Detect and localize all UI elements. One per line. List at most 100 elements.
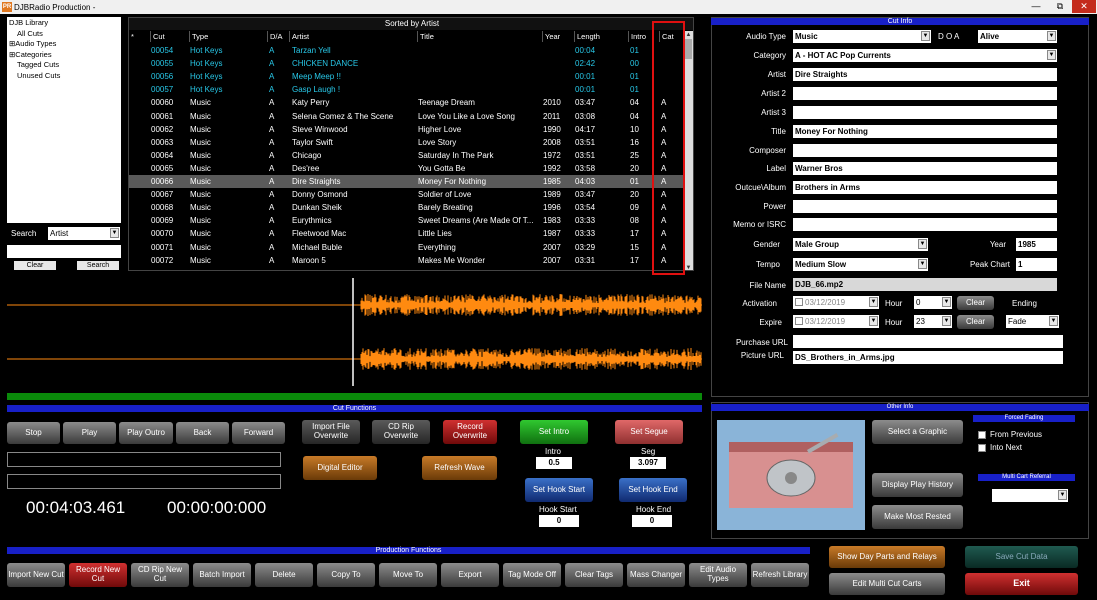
chevron-down-icon[interactable]: ▼ xyxy=(918,239,927,249)
tempo-select[interactable]: Medium Slow ▼ xyxy=(793,258,928,271)
scroll-up-icon[interactable]: ▲ xyxy=(684,31,693,39)
set-intro-button[interactable]: Set Intro xyxy=(520,420,588,444)
production-button-9[interactable]: Clear Tags xyxy=(565,563,623,587)
from-previous-checkbox[interactable] xyxy=(978,431,986,439)
composer-field[interactable] xyxy=(793,144,1057,157)
ending-select[interactable]: Fade ▼ xyxy=(1006,315,1059,328)
production-button-1[interactable]: Record New Cut xyxy=(69,563,127,587)
col-header-title[interactable]: Title xyxy=(417,31,434,42)
make-most-rested-button[interactable]: Make Most Rested xyxy=(872,505,963,529)
seg-value[interactable]: 3.097 xyxy=(630,457,666,469)
table-row[interactable]: 00064 Music A Chicago Saturday In The Park 19… xyxy=(129,149,693,162)
tree-item-all-cuts[interactable]: All Cuts xyxy=(9,29,119,40)
category-select[interactable]: A - HOT AC Pop Currents ▼ xyxy=(793,49,1057,62)
hook-start-value[interactable]: 0 xyxy=(539,515,579,527)
forward-button[interactable]: Forward xyxy=(232,422,285,444)
digital-editor-button[interactable]: Digital Editor xyxy=(303,456,377,480)
multi-cart-select[interactable]: ▼ xyxy=(992,489,1068,502)
table-row[interactable]: 00065 Music A Des'ree You Gotta Be 1992 03:58 2… xyxy=(129,162,693,175)
chevron-down-icon[interactable]: ▼ xyxy=(918,259,927,269)
play-outro-button[interactable]: Play Outro xyxy=(119,422,173,444)
library-tree[interactable]: DJB Library All Cuts ⊞Audio Types ⊞Categ… xyxy=(7,17,121,223)
set-segue-button[interactable]: Set Segue xyxy=(615,420,683,444)
table-row[interactable]: 00063 Music A Taylor Swift Love Story 2008 03:… xyxy=(129,136,693,149)
table-row[interactable]: 00060 Music A Katy Perry Teenage Dream 2010 03… xyxy=(129,96,693,109)
table-row[interactable]: 00066 Music A Dire Straights Money For Nothi… xyxy=(129,175,693,188)
year-field[interactable]: 1985 xyxy=(1016,238,1057,251)
table-row[interactable]: 00055 Hot Keys A CHICKEN DANCE 02:42 00 xyxy=(129,57,693,70)
col-header-star[interactable]: * xyxy=(129,31,134,42)
table-row[interactable]: 00071 Music A Michael Buble Everything 2007 03… xyxy=(129,241,693,254)
chevron-down-icon[interactable]: ▼ xyxy=(1047,50,1056,60)
purchase-url-field[interactable] xyxy=(793,335,1063,348)
chevron-down-icon[interactable]: ▼ xyxy=(869,297,878,307)
tree-item-unused-cuts[interactable]: Unused Cuts xyxy=(9,71,119,82)
intro-value[interactable]: 0.5 xyxy=(536,457,572,469)
search-input[interactable] xyxy=(7,245,121,258)
chevron-down-icon[interactable]: ▼ xyxy=(1058,490,1067,500)
back-button[interactable]: Back xyxy=(176,422,229,444)
production-button-12[interactable]: Refresh Library xyxy=(751,563,809,587)
into-next-checkbox[interactable] xyxy=(978,444,986,452)
col-header-type[interactable]: Type xyxy=(189,31,208,42)
tree-item-audio-types[interactable]: ⊞Audio Types xyxy=(9,39,119,50)
power-field[interactable] xyxy=(793,200,1057,213)
table-row[interactable]: 00072 Music A Maroon 5 Makes Me Wonder 2007 03… xyxy=(129,254,693,267)
col-header-length[interactable]: Length xyxy=(574,31,600,42)
maximize-button[interactable]: ⧉ xyxy=(1048,0,1072,13)
clear-search-button[interactable]: Clear xyxy=(14,261,56,270)
production-button-7[interactable]: Export xyxy=(441,563,499,587)
table-row[interactable]: 00068 Music A Dunkan Sheik Barely Breating 19… xyxy=(129,201,693,214)
memo-field[interactable] xyxy=(793,218,1057,231)
table-row[interactable]: 00056 Hot Keys A Meep Meep !! 00:01 01 xyxy=(129,70,693,83)
waveform-display[interactable] xyxy=(7,278,702,400)
save-cut-data-button[interactable]: Save Cut Data xyxy=(965,546,1078,568)
artist3-field[interactable] xyxy=(793,106,1057,119)
chevron-down-icon[interactable]: ▼ xyxy=(942,316,951,326)
grid-scrollbar[interactable]: ▲ ▼ xyxy=(684,31,693,270)
production-button-4[interactable]: Delete xyxy=(255,563,313,587)
production-button-5[interactable]: Copy To xyxy=(317,563,375,587)
hook-end-value[interactable]: 0 xyxy=(632,515,672,527)
production-button-10[interactable]: Mass Changer xyxy=(627,563,685,587)
table-row[interactable]: 00062 Music A Steve Winwood Higher Love 1990 0… xyxy=(129,123,693,136)
search-field-select[interactable]: Artist ▼ xyxy=(48,227,120,240)
record-overwrite-button[interactable]: Record Overwrite xyxy=(443,420,497,444)
activation-clear-button[interactable]: Clear xyxy=(957,296,994,310)
production-button-3[interactable]: Batch Import xyxy=(193,563,251,587)
expire-checkbox[interactable] xyxy=(795,317,803,325)
search-button[interactable]: Search xyxy=(77,261,119,270)
table-row[interactable]: 00069 Music A Eurythmics Sweet Dreams (Are M… xyxy=(129,214,693,227)
refresh-wave-button[interactable]: Refresh Wave xyxy=(422,456,497,480)
cuts-grid[interactable]: Sorted by Artist * Cut Type D/A Artist T… xyxy=(128,17,694,271)
table-row[interactable]: 00070 Music A Fleetwood Mac Little Lies 1987 0… xyxy=(129,227,693,240)
production-button-6[interactable]: Move To xyxy=(379,563,437,587)
chevron-down-icon[interactable]: ▼ xyxy=(1049,316,1058,326)
scroll-thumb[interactable] xyxy=(685,39,692,59)
production-button-11[interactable]: Edit Audio Types xyxy=(689,563,747,587)
import-file-overwrite-button[interactable]: Import File Overwrite xyxy=(302,420,360,444)
activation-checkbox[interactable] xyxy=(795,298,803,306)
outcue-field[interactable]: Brothers in Arms xyxy=(793,181,1057,194)
artist2-field[interactable] xyxy=(793,87,1057,100)
select-graphic-button[interactable]: Select a Graphic xyxy=(872,420,963,444)
artist-field[interactable]: Dire Straights xyxy=(793,68,1057,81)
set-hook-start-button[interactable]: Set Hook Start xyxy=(525,478,593,502)
audio-type-select[interactable]: Music ▼ xyxy=(793,30,931,43)
tree-item-tagged-cuts[interactable]: Tagged Cuts xyxy=(9,60,119,71)
edit-multi-cut-carts-button[interactable]: Edit Multi Cut Carts xyxy=(829,573,945,595)
exit-button[interactable]: Exit xyxy=(965,573,1078,595)
picture-url-field[interactable]: DS_Brothers_in_Arms.jpg xyxy=(793,351,1063,364)
gender-select[interactable]: Male Group ▼ xyxy=(793,238,928,251)
display-play-history-button[interactable]: Display Play History xyxy=(872,473,963,497)
table-row[interactable]: 00054 Hot Keys A Tarzan Yell 00:04 01 xyxy=(129,44,693,57)
production-button-2[interactable]: CD Rip New Cut xyxy=(131,563,189,587)
activation-hour-select[interactable]: 0 ▼ xyxy=(914,296,952,309)
play-button[interactable]: Play xyxy=(63,422,116,444)
set-hook-end-button[interactable]: Set Hook End xyxy=(619,478,687,502)
table-row[interactable]: 00073MusicARoxetteIt Must Have Been Love… xyxy=(129,267,693,270)
production-button-0[interactable]: Import New Cut xyxy=(7,563,65,587)
activation-date-picker[interactable]: 03/12/2019 ▼ xyxy=(793,296,879,309)
col-header-da[interactable]: D/A xyxy=(267,31,283,42)
chevron-down-icon[interactable]: ▼ xyxy=(1047,31,1056,41)
